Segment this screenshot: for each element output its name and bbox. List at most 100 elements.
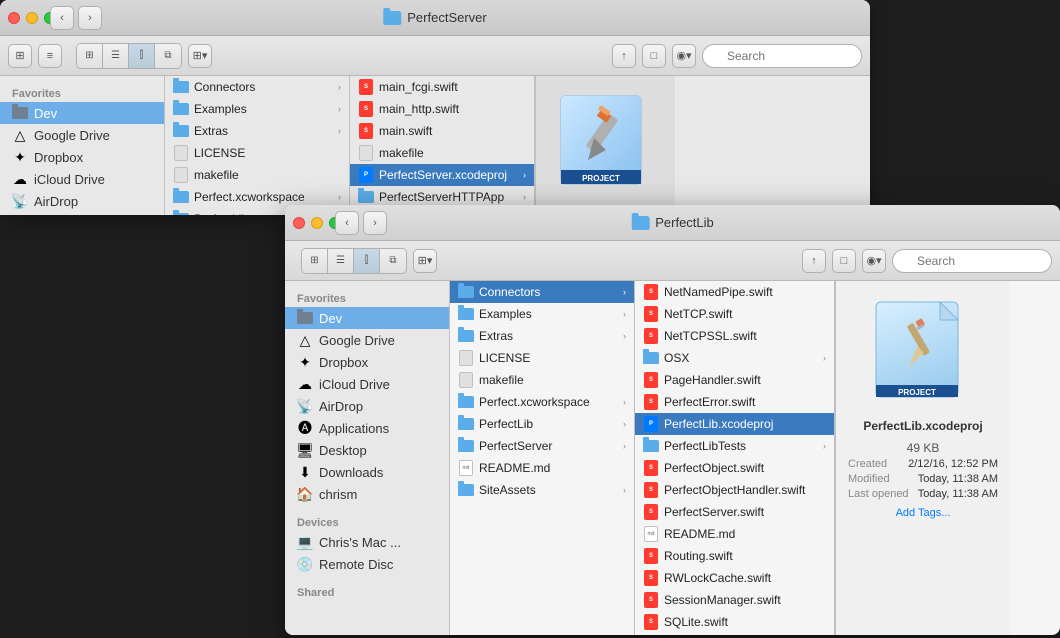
back-col2-xcodeproj[interactable]: P PerfectServer.xcodeproj ›	[350, 164, 534, 186]
front-share-btn[interactable]: □	[832, 249, 856, 273]
front-col1-makefile[interactable]: makefile	[450, 369, 634, 391]
back-nav-forward[interactable]: ›	[78, 6, 102, 30]
front-col1-readme[interactable]: md README.md	[450, 457, 634, 479]
front-sidebar-googledrive[interactable]: △ Google Drive	[285, 329, 449, 351]
back-view-controls[interactable]: ⊞ ☰ ⫿ ⧉	[76, 43, 182, 69]
front-col2-sessionmanager[interactable]: S SessionManager.swift	[635, 589, 834, 611]
back-col2-makefile[interactable]: makefile	[350, 142, 534, 164]
back-dropbox-label: Dropbox	[34, 150, 83, 165]
front-meta-lastopened-value: Today, 11:38 AM	[918, 488, 998, 500]
front-col2-osx[interactable]: OSX ›	[635, 347, 834, 369]
back-nav-back[interactable]: ‹	[50, 6, 74, 30]
back-view-column[interactable]: ⫿	[129, 44, 155, 68]
back-sidebar-googledrive[interactable]: △ Google Drive	[0, 124, 164, 146]
front-sidebar-downloads[interactable]: ⬇ Downloads	[285, 461, 449, 483]
front-action-btn[interactable]: ↑	[802, 249, 826, 273]
back-col1-extras[interactable]: Extras ›	[165, 120, 349, 142]
front-view-list[interactable]: ☰	[328, 249, 354, 273]
front-sidebar-airdrop[interactable]: 📡 AirDrop	[285, 395, 449, 417]
front-nav-forward[interactable]: ›	[363, 211, 387, 235]
front-col1-perfectserver[interactable]: PerfectServer ›	[450, 435, 634, 457]
front-view-column[interactable]: ⫿	[354, 249, 380, 273]
back-action-btn[interactable]: ↑	[612, 44, 636, 68]
front-col2-pagehandler[interactable]: S PageHandler.swift	[635, 369, 834, 391]
front-sidebar-remotedisc[interactable]: 💿 Remote Disc	[285, 553, 449, 575]
back-col1-makefile[interactable]: makefile	[165, 164, 349, 186]
back-view-cover[interactable]: ⧉	[155, 44, 181, 68]
back-preview-icon: PROJECT	[556, 88, 656, 188]
front-minimize-button[interactable]	[311, 217, 323, 229]
front-col1-perfectlib[interactable]: PerfectLib ›	[450, 413, 634, 435]
front-col2-rwlockcache-label: RWLockCache.swift	[664, 571, 826, 585]
front-col2-perfectlibtests-label: PerfectLibTests	[664, 439, 818, 453]
front-col1-license[interactable]: LICENSE	[450, 347, 634, 369]
back-col2-mainhttp[interactable]: S main_http.swift	[350, 98, 534, 120]
back-toolbar-btn1[interactable]: ⊞	[8, 44, 32, 68]
front-sidebar-chrismac[interactable]: 💻 Chris's Mac ...	[285, 531, 449, 553]
back-sidebar-dev[interactable]: Dev	[0, 102, 164, 124]
front-sidebar-desktop[interactable]: 🖥 Desktop	[285, 439, 449, 461]
back-view-icon[interactable]: ⊞	[77, 44, 103, 68]
front-traffic-lights[interactable]	[293, 217, 341, 229]
back-col2-mainswift-label: main.swift	[379, 124, 526, 138]
front-col2-readme[interactable]: md README.md	[635, 523, 834, 545]
front-view-icon[interactable]: ⊞	[302, 249, 328, 273]
front-search-container: 🔍	[892, 249, 1052, 273]
back-view-list[interactable]: ☰	[103, 44, 129, 68]
front-col1-connectors[interactable]: Connectors ›	[450, 281, 634, 303]
front-col2-perfectobject[interactable]: S PerfectObject.swift	[635, 457, 834, 479]
front-col2-perfectserver[interactable]: S PerfectServer.swift	[635, 501, 834, 523]
back-close-button[interactable]	[8, 12, 20, 24]
front-col1-perfectlib-icon	[458, 416, 474, 432]
front-nav-buttons[interactable]: ‹ ›	[335, 211, 387, 235]
front-col2-perfecterror[interactable]: S PerfectError.swift	[635, 391, 834, 413]
back-col1-license-icon	[173, 145, 189, 161]
front-col2-xcodeproj[interactable]: P PerfectLib.xcodeproj	[635, 413, 834, 435]
front-col2-routing[interactable]: S Routing.swift	[635, 545, 834, 567]
front-col1-extras[interactable]: Extras ›	[450, 325, 634, 347]
front-col1-perfectlib-label: PerfectLib	[479, 417, 618, 431]
front-col2-sqlite[interactable]: S SQLite.swift	[635, 611, 834, 633]
front-arrange-btn[interactable]: ⊞▾	[413, 249, 437, 273]
front-col1-examples[interactable]: Examples ›	[450, 303, 634, 325]
back-col1-license[interactable]: LICENSE	[165, 142, 349, 164]
back-nav-buttons[interactable]: ‹ ›	[50, 6, 102, 30]
back-col1-examples[interactable]: Examples ›	[165, 98, 349, 120]
front-view-controls[interactable]: ⊞ ☰ ⫿ ⧉	[301, 248, 407, 274]
front-sidebar-dev[interactable]: Dev	[285, 307, 449, 329]
front-tag-btn[interactable]: ◉▾	[862, 249, 886, 273]
front-sidebar-chrism[interactable]: 🏠 chrism	[285, 483, 449, 505]
front-col1-xcworkspace[interactable]: Perfect.xcworkspace ›	[450, 391, 634, 413]
front-nav-back[interactable]: ‹	[335, 211, 359, 235]
front-col1-siteassets[interactable]: SiteAssets ›	[450, 479, 634, 501]
front-col2-rwlockcache[interactable]: S RWLockCache.swift	[635, 567, 834, 589]
front-sidebar-dropbox[interactable]: ✦ Dropbox	[285, 351, 449, 373]
back-col2-mainswift[interactable]: S main.swift	[350, 120, 534, 142]
front-col2-perfectlibtests[interactable]: PerfectLibTests ›	[635, 435, 834, 457]
front-sidebar-icloud[interactable]: ☁ iCloud Drive	[285, 373, 449, 395]
back-sidebar-dropbox[interactable]: ✦ Dropbox	[0, 146, 164, 168]
back-tag-btn[interactable]: ◉▾	[672, 44, 696, 68]
back-share-btn[interactable]: □	[642, 44, 666, 68]
back-traffic-lights[interactable]	[8, 12, 56, 24]
front-col1-xcworkspace-icon	[458, 394, 474, 410]
back-toolbar-btn2[interactable]: ≡	[38, 44, 62, 68]
front-view-cover[interactable]: ⧉	[380, 249, 406, 273]
front-col2-nettcpssl[interactable]: S NetTCPSSL.swift	[635, 325, 834, 347]
front-search-input[interactable]	[892, 249, 1052, 273]
front-col2-perfectserver-label: PerfectServer.swift	[664, 505, 826, 519]
front-col2-staticfilehandler[interactable]: S StaticFileHandler.swift	[635, 633, 834, 635]
back-arrange-btn[interactable]: ⊞▾	[188, 44, 212, 68]
back-minimize-button[interactable]	[26, 12, 38, 24]
back-sidebar-icloud[interactable]: ☁ iCloud Drive	[0, 168, 164, 190]
back-sidebar-airdrop[interactable]: 📡 AirDrop	[0, 190, 164, 212]
front-sidebar-applications[interactable]: 🅐 Applications	[285, 417, 449, 439]
front-col2-netnamedpipe[interactable]: S NetNamedPipe.swift	[635, 281, 834, 303]
back-search-input[interactable]	[702, 44, 862, 68]
front-close-button[interactable]	[293, 217, 305, 229]
front-add-tags-link[interactable]: Add Tags...	[896, 507, 951, 519]
back-col1-connectors[interactable]: Connectors ›	[165, 76, 349, 98]
back-col2-mainfcgi[interactable]: S main_fcgi.swift	[350, 76, 534, 98]
front-col2-perfectobjecthandler[interactable]: S PerfectObjectHandler.swift	[635, 479, 834, 501]
front-col2-nettcp[interactable]: S NetTCP.swift	[635, 303, 834, 325]
